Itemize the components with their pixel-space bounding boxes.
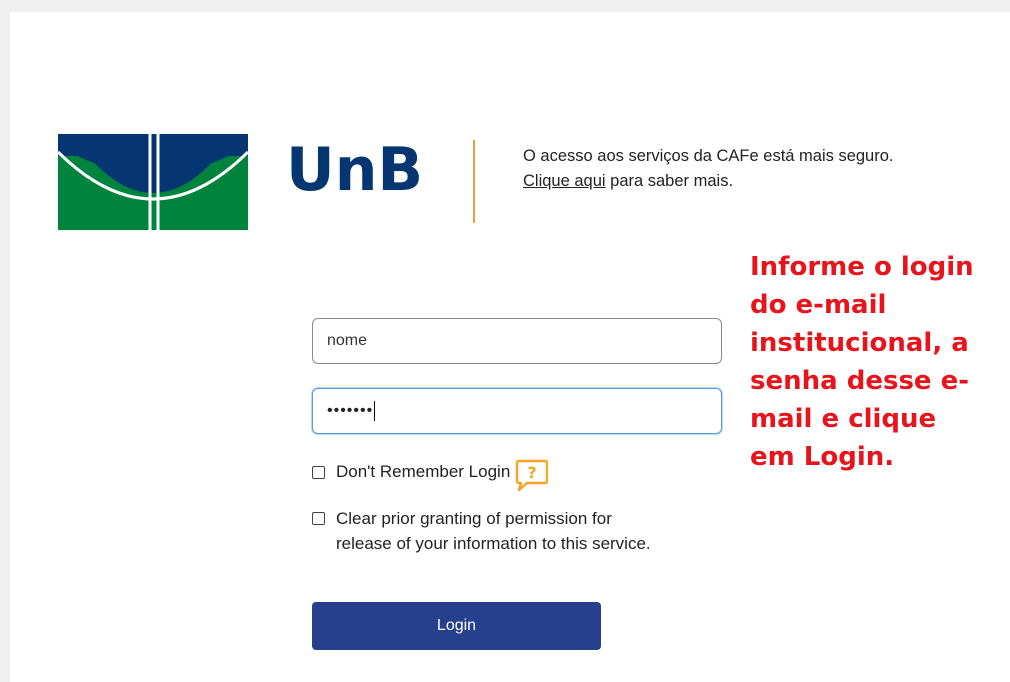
unb-logo-text: UnB bbox=[286, 135, 424, 205]
username-value: nome bbox=[327, 332, 368, 349]
text-cursor bbox=[374, 401, 376, 421]
dont-remember-label[interactable]: Don't Remember Login bbox=[336, 462, 510, 482]
login-page-content: UnB O acesso aos serviços da CAFe está m… bbox=[10, 12, 1010, 682]
instruction-annotation: Informe o login do e-mail institucional,… bbox=[750, 252, 974, 472]
question-bubble-icon[interactable]: ? bbox=[514, 458, 549, 492]
svg-text:?: ? bbox=[528, 463, 537, 482]
dont-remember-checkbox[interactable] bbox=[312, 466, 325, 479]
unb-logo-icon bbox=[58, 134, 248, 230]
clique-aqui-link[interactable]: Clique aqui bbox=[523, 172, 606, 190]
username-input[interactable]: nome bbox=[312, 318, 722, 364]
login-button[interactable]: Login bbox=[312, 602, 601, 650]
password-input[interactable]: ••••••• bbox=[312, 388, 722, 434]
password-value: ••••••• bbox=[327, 402, 374, 419]
clear-permission-label[interactable]: Clear prior granting of permission for r… bbox=[336, 506, 651, 556]
clear-permission-checkbox[interactable] bbox=[312, 512, 325, 525]
dont-remember-row: Don't Remember Login ? bbox=[312, 459, 549, 492]
clear-permission-row: Clear prior granting of permission for r… bbox=[312, 506, 651, 556]
clear-permission-label-line1: Clear prior granting of permission for bbox=[336, 509, 612, 528]
notice-link-line: Clique aqui para saber mais. bbox=[523, 169, 1003, 194]
security-notice: O acesso aos serviços da CAFe está mais … bbox=[523, 144, 1003, 194]
header-divider bbox=[473, 140, 475, 223]
notice-text: O acesso aos serviços da CAFe está mais … bbox=[523, 147, 894, 165]
browser-page: UnB O acesso aos serviços da CAFe está m… bbox=[0, 0, 1010, 682]
clear-permission-label-line2: release of your information to this serv… bbox=[336, 534, 651, 553]
notice-link-suffix: para saber mais. bbox=[605, 172, 734, 190]
